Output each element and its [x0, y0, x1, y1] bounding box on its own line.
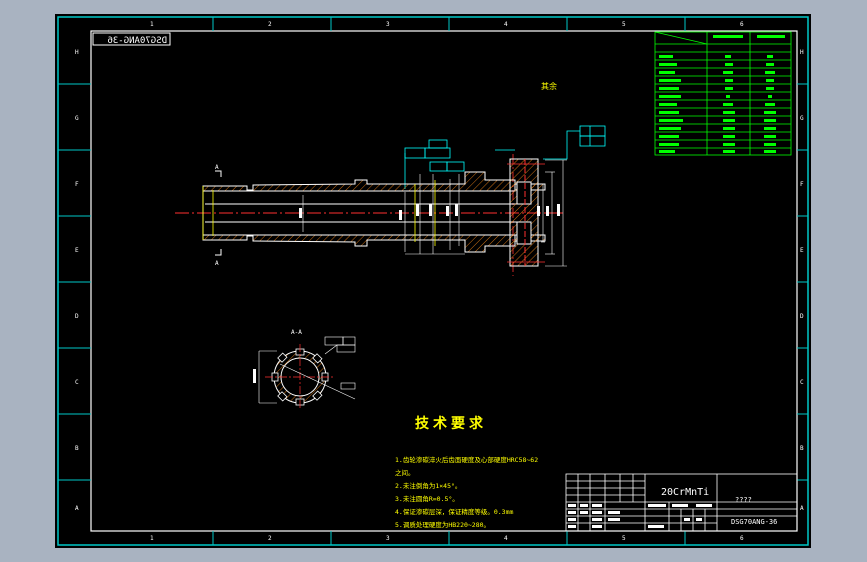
svg-text:B: B: [75, 445, 79, 452]
tech-note-2: 之间。: [395, 468, 415, 477]
svg-text:6: 6: [740, 21, 744, 28]
section-mark-bottom: A: [215, 260, 219, 267]
svg-text:F: F: [800, 181, 804, 188]
outer-border: [57, 16, 809, 546]
tech-note-4: 3.未注圆角R=0.5°。: [395, 494, 459, 503]
svg-text:F: F: [75, 181, 79, 188]
drawing-code-mirrored: DSG70ANG-36: [107, 36, 167, 46]
svg-text:1: 1: [150, 21, 154, 28]
gear-section: [509, 158, 539, 267]
table-cell-marks: [659, 35, 785, 153]
drawing-sheet: 1 2 3 4 5 6 1 2 3 4 5 6 H G F E D C B A …: [55, 14, 811, 548]
svg-text:B: B: [800, 445, 804, 452]
svg-text:C: C: [800, 379, 804, 386]
svg-text:A: A: [800, 505, 804, 512]
section-aa-view: [265, 344, 356, 410]
tech-requirements-title: 技术要求: [415, 415, 487, 432]
svg-text:H: H: [75, 49, 79, 56]
svg-text:D: D: [800, 313, 804, 320]
section-view-label: A-A: [291, 329, 302, 336]
svg-text:G: G: [75, 115, 79, 122]
svg-text:H: H: [800, 49, 804, 56]
svg-text:1: 1: [150, 535, 154, 542]
roughness-other-note: 其余: [541, 81, 557, 91]
section-dim-text: [253, 369, 256, 383]
svg-text:G: G: [800, 115, 804, 122]
svg-text:D: D: [75, 313, 79, 320]
svg-text:4: 4: [504, 21, 508, 28]
zone-ticks: [58, 17, 808, 545]
tech-note-6: 5.调质处理硬度为HB220~280。: [395, 520, 490, 529]
cad-drawing: 1 2 3 4 5 6 1 2 3 4 5 6 H G F E D C B A …: [57, 16, 809, 546]
svg-text:E: E: [75, 247, 79, 254]
tech-note-3: 2.未注倒角为1×45°。: [395, 481, 461, 490]
svg-text:5: 5: [622, 535, 626, 542]
shaft-section: [202, 171, 546, 253]
svg-text:5: 5: [622, 21, 626, 28]
part-name-label: ????: [735, 496, 752, 504]
material-label: 20CrMnTi: [661, 487, 709, 498]
drawing-code-label: DSG70ANG-36: [731, 518, 777, 526]
svg-text:A: A: [75, 505, 79, 512]
tech-note-1: 1.齿轮渗碳淬火后齿面硬度及心部硬度HRC58~62: [395, 455, 538, 464]
tech-note-5: 4.保证渗碳层深，保证精度等级。0.3mm: [395, 507, 513, 516]
svg-text:3: 3: [386, 535, 390, 542]
svg-text:6: 6: [740, 535, 744, 542]
svg-text:C: C: [75, 379, 79, 386]
tech-requirements-notes: 1.齿轮渗碳淬火后齿面硬度及心部硬度HRC58~62 之间。 2.未注倒角为1×…: [395, 455, 538, 529]
svg-text:4: 4: [504, 535, 508, 542]
svg-text:3: 3: [386, 21, 390, 28]
section-mark-top: A: [215, 164, 219, 171]
svg-text:2: 2: [268, 21, 272, 28]
svg-text:E: E: [800, 247, 804, 254]
svg-text:2: 2: [268, 535, 272, 542]
